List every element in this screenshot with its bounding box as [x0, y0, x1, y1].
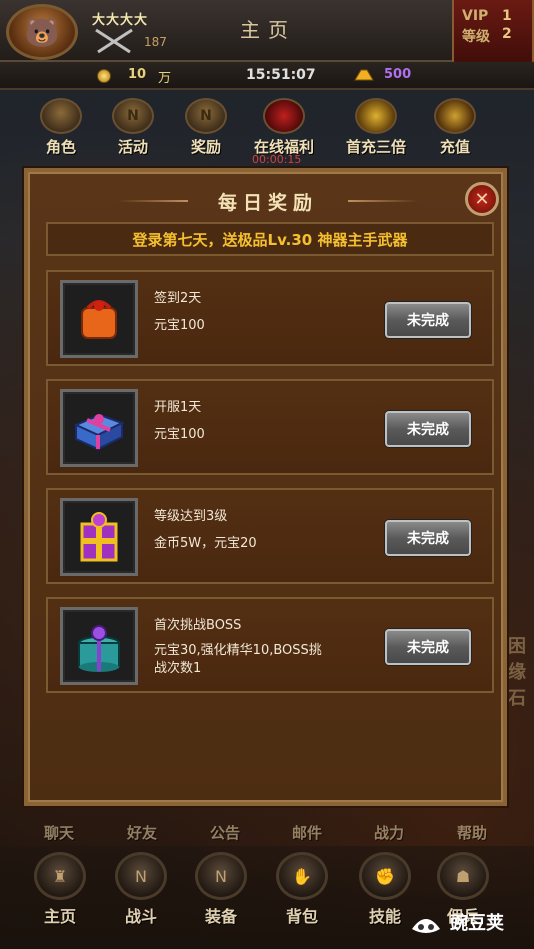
- level-value: 2: [502, 26, 512, 42]
- task-reward: 金币5W，元宝20: [154, 536, 257, 551]
- task-title: 首次挑战BOSS: [154, 618, 242, 633]
- pea-pod-logo-icon: [412, 919, 440, 933]
- orange-gift-bag-icon: [81, 300, 117, 339]
- blue-gift-box-icon: [73, 413, 125, 451]
- bottom-label-notice[interactable]: 公告: [210, 822, 240, 843]
- coin-amount: 10: [128, 67, 147, 82]
- hero-portrait-icon: [40, 98, 82, 134]
- nav-label: 主页: [43, 907, 76, 926]
- crossed-swords-icon: [95, 28, 133, 54]
- menu-item-reward[interactable]: N 奖励: [166, 98, 246, 158]
- bag-icon: ✋: [276, 852, 328, 900]
- menu-label: 奖励: [190, 138, 221, 156]
- menu-label: 首充三倍: [345, 138, 406, 156]
- coin-unit: 万: [158, 71, 172, 86]
- nav-label: 背包: [285, 907, 318, 926]
- side-text: 缘: [508, 662, 526, 683]
- task-row: 签到2天 元宝100 未完成: [46, 270, 494, 366]
- online-gift-icon: [263, 98, 305, 134]
- reward-item-slot[interactable]: [60, 498, 138, 576]
- activity-icon: N: [112, 98, 154, 134]
- task-row: 首次挑战BOSS 元宝30,强化精华10,BOSS挑战次数1 未完成: [46, 597, 494, 693]
- nav-label: 装备: [204, 907, 237, 926]
- task-title: 等级达到3级: [154, 509, 228, 524]
- teal-gift-box-icon: [78, 625, 120, 672]
- menu-item-activity[interactable]: N 活动: [93, 98, 173, 158]
- side-text: 石: [508, 688, 526, 709]
- task-status-button[interactable]: 未完成: [385, 302, 471, 338]
- task-title: 开服1天: [154, 400, 202, 415]
- nav-battle[interactable]: N 战斗: [106, 852, 176, 932]
- page-title: 主页: [240, 18, 296, 42]
- reward-item-slot[interactable]: [60, 280, 138, 358]
- side-text: 困: [508, 636, 526, 657]
- menu-item-online-gift[interactable]: 在线福利: [244, 98, 324, 158]
- armor-icon: N: [195, 852, 247, 900]
- vip-value: 1: [502, 8, 512, 24]
- castle-icon: ♜: [34, 852, 86, 900]
- task-reward: 元宝100: [154, 318, 205, 333]
- bottom-label-power[interactable]: 战力: [374, 822, 404, 843]
- treasure-chest-icon: [434, 98, 476, 134]
- reward-icon: N: [185, 98, 227, 134]
- nav-bag[interactable]: ✋ 背包: [267, 852, 337, 932]
- mercenary-icon: ☗: [437, 852, 489, 900]
- menu-item-recharge[interactable]: 充值: [415, 98, 495, 158]
- coin-icon: [97, 69, 111, 83]
- top-bar: 🐻 大大大大 187 主页 VIP 1 等级 2: [0, 0, 534, 72]
- task-row: 等级达到3级 金币5W，元宝20 未完成: [46, 488, 494, 584]
- watermark: 豌豆荚: [410, 902, 530, 942]
- menu-item-first-recharge[interactable]: 首充三倍: [336, 98, 416, 158]
- task-reward: 元宝30,强化精华10,BOSS挑战次数1: [154, 643, 322, 676]
- bottom-label-mail[interactable]: 邮件: [292, 822, 322, 843]
- task-title: 签到2天: [154, 291, 202, 306]
- vip-label: VIP: [462, 8, 489, 24]
- nav-home[interactable]: ♜ 主页: [25, 852, 95, 932]
- reward-item-slot[interactable]: [60, 607, 138, 685]
- bottom-label-help[interactable]: 帮助: [457, 822, 487, 843]
- reward-item-slot[interactable]: [60, 389, 138, 467]
- task-reward: 元宝100: [154, 427, 205, 442]
- title-ornament-right: [348, 200, 418, 202]
- login-reward-banner: 登录第七天，送极品Lv.30 神器主手武器: [46, 222, 494, 256]
- menu-item-character[interactable]: 角色: [21, 98, 101, 158]
- resource-bar: 10 万 15:51:07 500: [0, 62, 534, 90]
- close-button[interactable]: ✕: [465, 182, 499, 216]
- daily-reward-dialog: 每日奖励 ✕ 登录第七天，送极品Lv.30 神器主手武器 签到2天 元宝100 …: [24, 168, 507, 806]
- gold-ingot-icon: [354, 69, 374, 81]
- level-label: 等级: [462, 29, 490, 45]
- crossed-swords-icon: N: [115, 852, 167, 900]
- task-status-button[interactable]: 未完成: [385, 629, 471, 665]
- task-row: 开服1天 元宝100 未完成: [46, 379, 494, 475]
- gold-ingot-icon: [355, 98, 397, 134]
- purple-gold-gift-icon: [80, 512, 118, 562]
- menu-label: 角色: [45, 138, 76, 156]
- online-gift-timer: 00:00:15: [252, 153, 302, 166]
- nav-label: 战斗: [124, 907, 157, 926]
- combat-power-value: 187: [144, 35, 167, 49]
- dialog-title-bar: 每日奖励: [118, 186, 418, 216]
- nav-equipment[interactable]: N 装备: [186, 852, 256, 932]
- bottom-label-chat[interactable]: 聊天: [44, 822, 74, 843]
- watermark-text: 豌豆荚: [450, 913, 504, 934]
- close-icon: ✕: [474, 188, 490, 210]
- task-status-button[interactable]: 未完成: [385, 520, 471, 556]
- bottom-label-friends[interactable]: 好友: [127, 822, 157, 843]
- fist-icon: ✊: [359, 852, 411, 900]
- menu-label: 充值: [439, 138, 470, 156]
- clock-time: 15:51:07: [246, 67, 316, 83]
- player-avatar[interactable]: 🐻: [6, 4, 78, 60]
- menu-label: 活动: [117, 138, 148, 156]
- task-status-button[interactable]: 未完成: [385, 411, 471, 447]
- gold-amount: 500: [384, 67, 412, 82]
